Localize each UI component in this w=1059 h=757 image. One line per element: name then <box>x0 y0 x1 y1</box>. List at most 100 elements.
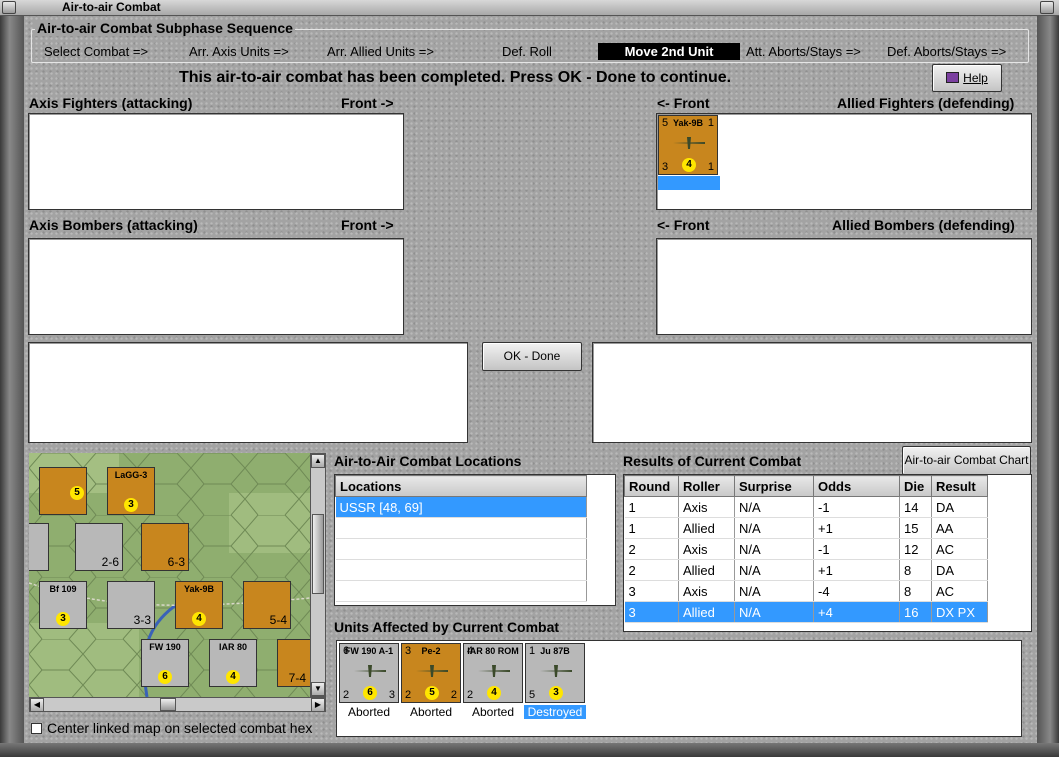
window-frame-left <box>0 16 24 757</box>
results-cell: Axis <box>678 496 735 518</box>
results-row[interactable]: 2 Allied N/A +1 8 DA <box>624 559 988 581</box>
scroll-left-icon[interactable]: ◀ <box>30 698 44 712</box>
unit-name: Ju 87B <box>540 646 570 656</box>
results-panel: Round Roller Surprise Odds Die Result 1 Axis N/… <box>623 474 1032 632</box>
axis-bombers-front-label: Front -> <box>341 217 394 233</box>
axis-bombers-box[interactable] <box>28 238 404 335</box>
location-row-empty <box>335 517 587 539</box>
location-row[interactable]: USSR [48, 69] <box>335 496 587 518</box>
unit-die: 6 <box>363 686 377 700</box>
allied-fighters-box[interactable]: 5 Yak-9B 1 3 4 1 <box>656 113 1032 210</box>
unit-counter-yak9b[interactable]: 5 Yak-9B 1 3 4 1 <box>658 115 718 175</box>
affected-unit-counter[interactable]: 4 IAR 80 ROM 2 4 <box>463 643 523 703</box>
results-col-odds[interactable]: Odds <box>813 475 900 497</box>
results-cell: +1 <box>813 517 900 539</box>
allied-bombers-box[interactable] <box>656 238 1032 335</box>
map-unit-counter[interactable]: 5 <box>39 467 87 515</box>
allied-bombers-front-label: <- Front <box>657 217 710 233</box>
locations-header[interactable]: Locations <box>335 475 587 497</box>
unit-selection-bar <box>658 176 720 190</box>
unit-die: 4 <box>487 686 501 700</box>
map-horizontal-scrollbar[interactable]: ◀ ▶ <box>29 697 326 712</box>
affected-unit-counter[interactable]: 3 Pe-2 2 5 2 <box>401 643 461 703</box>
results-cell: -1 <box>813 496 900 518</box>
help-button[interactable]: Help <box>932 64 1002 92</box>
results-cell: Axis <box>678 538 735 560</box>
linked-map[interactable]: 5 LaGG-3 3 2-6 6-3 Bf 109 3 3-3 Yak-9B 4 5-… <box>29 453 310 697</box>
results-cell: AC <box>931 580 988 602</box>
affected-unit-counter[interactable]: 1 Ju 87B 5 3 <box>525 643 585 703</box>
results-row[interactable]: 1 Axis N/A -1 14 DA <box>624 496 988 518</box>
unit-tr: 1 <box>707 117 714 129</box>
results-cell: N/A <box>734 538 814 560</box>
close-icon[interactable] <box>1040 1 1054 14</box>
map-unit-bf109[interactable]: Bf 109 3 <box>39 581 87 629</box>
unit-die: 4 <box>682 158 696 172</box>
affected-title: Units Affected by Current Combat <box>334 619 560 635</box>
results-cell: N/A <box>734 580 814 602</box>
map-unit-54[interactable]: 5-4 <box>243 581 291 629</box>
results-cell: 15 <box>899 517 932 539</box>
scroll-up-icon[interactable]: ▲ <box>311 454 325 468</box>
combat-chart-button[interactable]: Air-to-air Combat Chart <box>902 446 1031 475</box>
results-row[interactable]: 1 Allied N/A +1 15 AA <box>624 517 988 539</box>
results-cell: DA <box>931 496 988 518</box>
results-cell: N/A <box>734 601 814 623</box>
horizontal-scroll-thumb[interactable] <box>160 698 176 711</box>
unit-br: 3 <box>388 689 395 701</box>
map-unit-fw190[interactable]: FW 190 6 <box>141 639 189 687</box>
results-row[interactable]: 2 Axis N/A -1 12 AC <box>624 538 988 560</box>
map-unit-lagg3[interactable]: LaGG-3 3 <box>107 467 155 515</box>
system-menu-icon[interactable] <box>2 1 16 14</box>
unit-die: 3 <box>549 686 563 700</box>
book-icon <box>946 72 960 83</box>
affected-unit-status: Aborted <box>471 705 515 719</box>
locations-list[interactable]: Locations USSR [48, 69] <box>334 474 616 606</box>
scroll-right-icon[interactable]: ▶ <box>311 698 325 712</box>
affected-unit-counter[interactable]: 6 FW 190 A-1 2 6 3 <box>339 643 399 703</box>
plane-icon <box>673 137 705 149</box>
sequence-title: Air-to-air Combat Subphase Sequence <box>35 20 295 36</box>
map-vertical-scrollbar[interactable]: ▲ ▼ <box>310 453 326 697</box>
results-cell: 1 <box>624 517 679 539</box>
step-select-combat: Select Combat => <box>44 44 149 59</box>
unit-bl: 2 <box>343 689 350 701</box>
locations-title: Air-to-Air Combat Locations <box>334 453 522 469</box>
map-unit-iar80[interactable]: IAR 80 4 <box>209 639 257 687</box>
results-cell: AA <box>931 517 988 539</box>
results-col-roller[interactable]: Roller <box>678 475 735 497</box>
results-col-surprise[interactable]: Surprise <box>734 475 814 497</box>
results-cell: 12 <box>899 538 932 560</box>
map-unit-33[interactable]: 3-3 <box>107 581 155 629</box>
location-row-empty <box>335 538 587 560</box>
unit-bl: 3 <box>662 161 669 173</box>
plane-icon <box>416 665 448 677</box>
results-cell: 14 <box>899 496 932 518</box>
results-cell: N/A <box>734 559 814 581</box>
results-cell: Axis <box>678 580 735 602</box>
map-unit-yak9b[interactable]: Yak-9B 4 <box>175 581 223 629</box>
results-cell: -1 <box>813 538 900 560</box>
unit-bl: 5 <box>529 689 536 701</box>
map-unit-74[interactable]: 7-4 <box>277 639 310 687</box>
map-unit-partial[interactable] <box>29 523 49 571</box>
results-cell: N/A <box>734 496 814 518</box>
results-row[interactable]: 3 Allied N/A +4 16 DX PX <box>624 601 988 623</box>
results-cell: 1 <box>624 496 679 518</box>
map-unit-63[interactable]: 6-3 <box>141 523 189 571</box>
scroll-down-icon[interactable]: ▼ <box>311 682 325 696</box>
results-row[interactable]: 3 Axis N/A -4 8 AC <box>624 580 988 602</box>
results-col-round[interactable]: Round <box>624 475 679 497</box>
affected-unit-status: Destroyed <box>524 705 586 719</box>
axis-info-textarea[interactable] <box>28 342 468 443</box>
vertical-scroll-thumb[interactable] <box>312 514 324 594</box>
results-cell: +1 <box>813 559 900 581</box>
results-col-result[interactable]: Result <box>931 475 988 497</box>
ok-done-button[interactable]: OK - Done <box>482 342 582 371</box>
results-col-die[interactable]: Die <box>899 475 932 497</box>
axis-fighters-box[interactable] <box>28 113 404 210</box>
center-map-checkbox[interactable] <box>31 723 42 734</box>
map-unit-inf-26[interactable]: 2-6 <box>75 523 123 571</box>
allied-info-textarea[interactable] <box>592 342 1032 443</box>
affected-units-box[interactable]: 6 FW 190 A-1 2 6 3 Aborted 3 Pe-2 2 5 2 Aborted 4 IAR… <box>336 640 1022 737</box>
